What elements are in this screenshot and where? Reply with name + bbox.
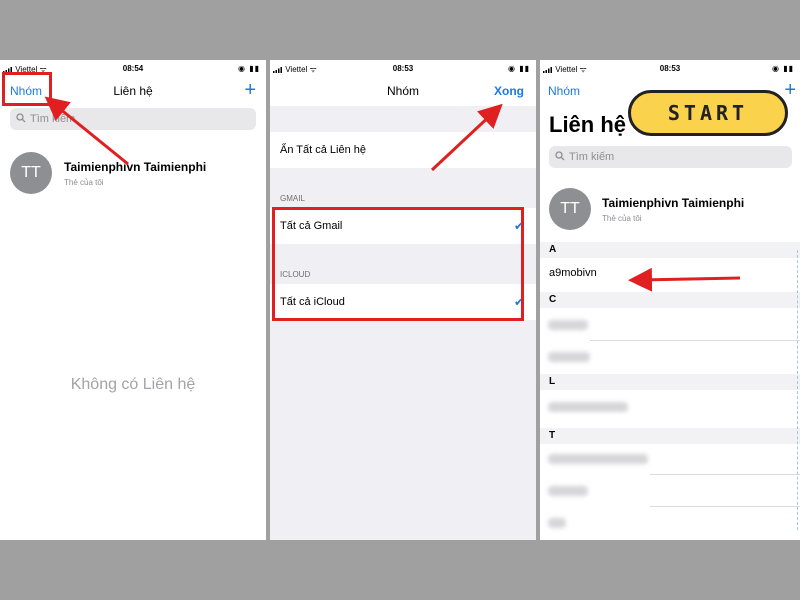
- my-card-label: Thẻ của tôi: [64, 178, 104, 187]
- search-icon: [16, 113, 26, 123]
- avatar[interactable]: TT: [10, 152, 52, 194]
- my-card-label: Thẻ của tôi: [602, 214, 642, 223]
- search-placeholder: Tìm kiếm: [569, 151, 615, 163]
- section-header-gmail: GMAIL: [280, 194, 305, 203]
- page-title: Liên hệ: [549, 112, 627, 137]
- search-placeholder: Tìm kiếm: [30, 113, 76, 125]
- groups-button[interactable]: Nhóm: [548, 84, 580, 98]
- highlight-box: [272, 207, 524, 321]
- search-input[interactable]: Tìm kiếm: [10, 108, 256, 130]
- hide-all-contacts-row[interactable]: Ẩn Tất cả Liên hệ: [270, 132, 536, 168]
- add-contact-button[interactable]: +: [784, 80, 796, 100]
- start-button[interactable]: START: [628, 90, 788, 136]
- blurred-contact[interactable]: [548, 486, 588, 496]
- blurred-contact[interactable]: [548, 402, 628, 412]
- blurred-contact[interactable]: [548, 518, 566, 528]
- battery-icon: ◉ ▮▮: [237, 64, 260, 73]
- section-header-l: L: [540, 374, 800, 390]
- empty-message: Không có Liên hệ: [70, 376, 196, 393]
- section-header-a: A: [540, 242, 800, 258]
- status-bar: Viettel ᯤ 08:53 ◉ ▮▮: [540, 60, 800, 78]
- my-card-name[interactable]: Taimienphivn Taimienphi: [64, 160, 206, 174]
- add-contact-button[interactable]: +: [244, 80, 256, 100]
- my-card-name[interactable]: Taimienphivn Taimienphi: [602, 196, 744, 210]
- contact-item[interactable]: a9mobivn: [549, 267, 597, 279]
- avatar[interactable]: TT: [549, 188, 591, 230]
- divider: [650, 506, 800, 507]
- blurred-contact[interactable]: [548, 320, 588, 330]
- divider: [590, 340, 800, 341]
- section-header-c: C: [540, 292, 800, 308]
- blurred-contact[interactable]: [548, 352, 590, 362]
- status-bar: Viettel ᯤ 08:53 ◉ ▮▮: [270, 60, 536, 78]
- contacts-empty-screen: Viettel ᯤ 08:54 ◉ ▮▮ Nhóm Liên hệ + Tìm …: [0, 60, 266, 540]
- done-button[interactable]: Xong: [494, 84, 524, 98]
- groups-screen: Viettel ᯤ 08:53 ◉ ▮▮ Nhóm Xong Ẩn Tất cả…: [270, 60, 536, 540]
- index-scrollbar[interactable]: [797, 250, 798, 530]
- section-header-t: T: [540, 428, 800, 444]
- highlight-box: [2, 72, 52, 106]
- blurred-contact[interactable]: [548, 454, 648, 464]
- battery-icon: ◉ ▮▮: [771, 64, 794, 73]
- battery-icon: ◉ ▮▮: [507, 64, 530, 73]
- divider: [650, 474, 800, 475]
- status-time: 08:53: [392, 64, 414, 73]
- status-time: 08:53: [659, 64, 681, 73]
- search-icon: [555, 151, 565, 161]
- search-input[interactable]: Tìm kiếm: [549, 146, 792, 168]
